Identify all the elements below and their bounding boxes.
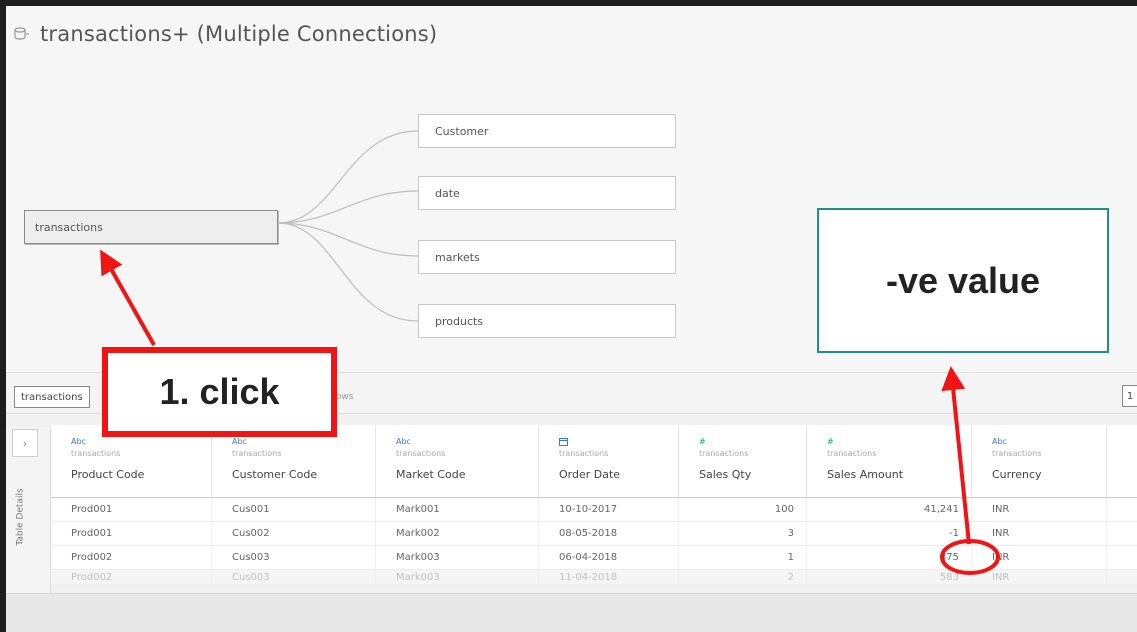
cell-order-date[interactable]: 11-04-2018: [539, 570, 679, 584]
cell-market-code[interactable]: Mark003: [376, 570, 539, 584]
cell-order-date[interactable]: 08-05-2018: [539, 522, 679, 545]
column-name[interactable]: Sales Amount: [827, 468, 903, 481]
cell-product-code[interactable]: Prod002: [51, 570, 212, 584]
string-type-icon[interactable]: Abc: [232, 437, 247, 446]
column-source: transactions: [396, 449, 446, 458]
cell-sales-qty[interactable]: 2: [679, 570, 807, 584]
cell-sales-qty[interactable]: 1: [679, 546, 807, 569]
cell-currency[interactable]: INR: [972, 522, 1107, 545]
cell-currency[interactable]: INR: [972, 498, 1107, 521]
data-source-title[interactable]: transactions+ (Multiple Connections): [40, 22, 437, 46]
cell-sales-qty[interactable]: 3: [679, 522, 807, 545]
table-details-tab[interactable]: › Table Details: [6, 427, 51, 597]
calendar-icon[interactable]: [559, 437, 568, 448]
cell-customer-code[interactable]: Cus003: [212, 570, 376, 584]
table-row: Prod002 Cus003 Mark003 11-04-2018 2 583 …: [51, 570, 1137, 585]
related-table-date[interactable]: date: [418, 176, 676, 210]
column-source: transactions: [71, 449, 121, 458]
related-table-markets[interactable]: markets: [418, 240, 676, 274]
column-header-order-date[interactable]: transactions Order Date: [539, 425, 679, 497]
column-header-currency[interactable]: Abc transactions Currency: [972, 425, 1107, 497]
column-source: transactions: [992, 449, 1042, 458]
string-type-icon[interactable]: Abc: [71, 437, 86, 446]
cell-order-date[interactable]: 10-10-2017: [539, 498, 679, 521]
bottom-status-bar: [6, 593, 1137, 632]
cell-sales-amount-negative[interactable]: -1: [807, 522, 972, 545]
number-type-icon[interactable]: #: [699, 437, 706, 446]
cell-market-code[interactable]: Mark003: [376, 546, 539, 569]
column-source: transactions: [827, 449, 877, 458]
related-table-products[interactable]: products: [418, 304, 676, 338]
cell-order-date[interactable]: 06-04-2018: [539, 546, 679, 569]
cell-customer-code[interactable]: Cus003: [212, 546, 376, 569]
string-type-icon[interactable]: Abc: [992, 437, 1007, 446]
cell-sales-amount[interactable]: 41,241: [807, 498, 972, 521]
column-header-sales-qty[interactable]: # transactions Sales Qty: [679, 425, 807, 497]
negative-value-callout: -ve value: [817, 208, 1109, 353]
cell-product-code[interactable]: Prod001: [51, 498, 212, 521]
cell-product-code[interactable]: Prod001: [51, 522, 212, 545]
column-name[interactable]: Customer Code: [232, 468, 317, 481]
cell-currency[interactable]: INR: [972, 570, 1107, 584]
data-grid: Abc transactions Product Code Abc transa…: [51, 425, 1137, 585]
column-name[interactable]: Market Code: [396, 468, 465, 481]
column-name[interactable]: Sales Qty: [699, 468, 751, 481]
database-icon[interactable]: [8, 20, 36, 48]
chevron-right-icon[interactable]: ›: [12, 429, 38, 457]
cell-currency[interactable]: INR: [972, 546, 1107, 569]
column-source: transactions: [559, 449, 609, 458]
cell-customer-code[interactable]: Cus002: [212, 522, 376, 545]
cell-sales-qty[interactable]: 100: [679, 498, 807, 521]
column-source: transactions: [699, 449, 749, 458]
title-bar: transactions+ (Multiple Connections): [6, 16, 437, 52]
cell-market-code[interactable]: Mark001: [376, 498, 539, 521]
column-name[interactable]: Order Date: [559, 468, 620, 481]
cell-sales-amount[interactable]: 583: [807, 570, 972, 584]
tableau-data-source-window: transactions+ (Multiple Connections) tra…: [6, 6, 1137, 632]
primary-table-node[interactable]: transactions: [24, 210, 278, 244]
table-row: Prod002 Cus003 Mark003 06-04-2018 1 875 …: [51, 546, 1137, 570]
string-type-icon[interactable]: Abc: [396, 437, 411, 446]
cell-sales-amount[interactable]: 875: [807, 546, 972, 569]
click-instruction-box: 1. click: [102, 347, 337, 437]
column-name[interactable]: Currency: [992, 468, 1042, 481]
column-header-market-code[interactable]: Abc transactions Market Code: [376, 425, 539, 497]
column-source: transactions: [232, 449, 282, 458]
table-row: Prod001 Cus001 Mark001 10-10-2017 100 41…: [51, 498, 1137, 522]
number-type-icon[interactable]: #: [827, 437, 834, 446]
cell-customer-code[interactable]: Cus001: [212, 498, 376, 521]
link-customer: [277, 130, 419, 224]
link-products: [277, 222, 419, 322]
cell-market-code[interactable]: Mark002: [376, 522, 539, 545]
related-table-customer[interactable]: Customer: [418, 114, 676, 148]
table-details-label: Table Details: [15, 488, 26, 546]
table-row: Prod001 Cus002 Mark002 08-05-2018 3 -1 I…: [51, 522, 1137, 546]
table-selector[interactable]: transactions: [14, 386, 90, 408]
rows-count-button[interactable]: 1: [1122, 385, 1137, 407]
column-name[interactable]: Product Code: [71, 468, 144, 481]
cell-product-code[interactable]: Prod002: [51, 546, 212, 569]
column-header-sales-amount[interactable]: # transactions Sales Amount: [807, 425, 972, 497]
